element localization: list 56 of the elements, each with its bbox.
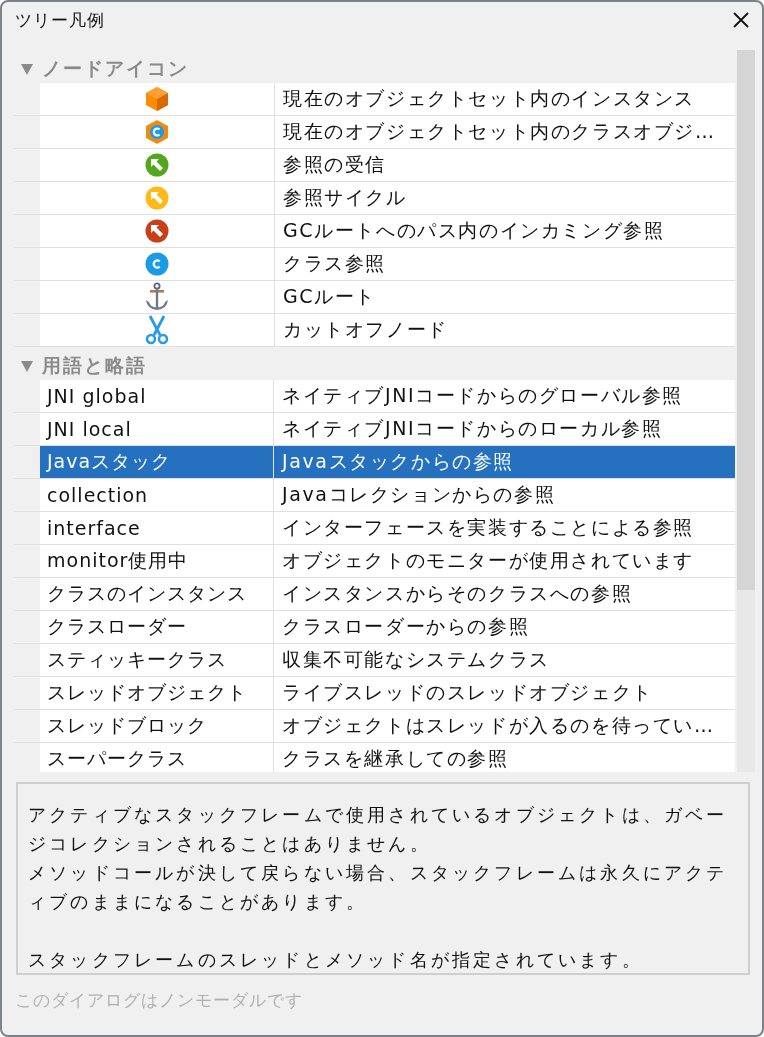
arrow-circle-icon bbox=[145, 219, 169, 243]
icon-cell[interactable] bbox=[40, 215, 275, 247]
term-cell[interactable]: monitor使用中 bbox=[40, 545, 274, 577]
description-cell: 収集不可能なシステムクラス bbox=[274, 644, 735, 676]
scissors-icon bbox=[145, 315, 169, 345]
description-text: スタックフレームのスレッドとメソッド名が指定されています。 bbox=[28, 948, 644, 972]
description-text: アクティブなスタックフレームで使用されているオブジェクトは、ガベージコレクションされることはありません。 bbox=[28, 803, 729, 856]
description-cell: 現在のオブジェクトセット内のインスタンス bbox=[275, 83, 735, 115]
description-cell: Javaスタックからの参照 bbox=[274, 446, 735, 478]
term-cell[interactable]: collection bbox=[40, 479, 274, 511]
description-cell: 参照の受信 bbox=[275, 149, 735, 181]
description-cell: ライブスレッドのスレッドオブジェクト bbox=[274, 677, 735, 709]
description-cell: ネイティブJNIコードからのグローバル参照 bbox=[274, 380, 735, 412]
term-cell[interactable]: JNI local bbox=[40, 413, 274, 445]
class-hexagon-icon bbox=[144, 119, 170, 145]
term-cell[interactable]: クラスのインスタンス bbox=[40, 578, 274, 610]
description-cell: カットオフノード bbox=[275, 314, 735, 346]
description-cell: GCルートへのパス内のインカミング参照 bbox=[275, 215, 735, 247]
description-text: メソッドコールが決して戻らない場合、スタックフレームは永久にアクティブのままになることがあります。 bbox=[28, 861, 729, 914]
status-text: このダイアログはノンモーダルです bbox=[15, 989, 304, 1012]
arrow-circle-icon bbox=[145, 153, 169, 177]
icon-cell[interactable] bbox=[40, 248, 275, 280]
icon-cell[interactable] bbox=[40, 182, 275, 214]
description-cell: オブジェクトのモニターが使用されています bbox=[274, 545, 735, 577]
description-cell: インターフェースを実装することによる参照 bbox=[274, 512, 735, 544]
description-cell: Javaコレクションからの参照 bbox=[274, 479, 735, 511]
term-cell[interactable]: スティッキークラス bbox=[40, 644, 274, 676]
icon-cell[interactable] bbox=[40, 83, 275, 115]
term-cell[interactable]: JNI global bbox=[40, 380, 274, 412]
icon-cell[interactable] bbox=[40, 116, 275, 148]
term-cell[interactable]: Javaスタック bbox=[40, 446, 274, 478]
expand-triangle-icon[interactable] bbox=[20, 358, 34, 373]
class-circle-icon bbox=[145, 252, 169, 276]
expand-triangle-icon[interactable] bbox=[20, 61, 34, 76]
description-cell: クラスローダーからの参照 bbox=[274, 611, 735, 643]
description-cell: 参照サイクル bbox=[275, 182, 735, 214]
description-cell: ネイティブJNIコードからのローカル参照 bbox=[274, 413, 735, 445]
description-cell: インスタンスからそのクラスへの参照 bbox=[274, 578, 735, 610]
cube-icon bbox=[144, 86, 170, 112]
description-cell: クラス参照 bbox=[275, 248, 735, 280]
term-cell[interactable]: スレッドブロック bbox=[40, 710, 274, 742]
description-cell: クラスを継承しての参照 bbox=[274, 743, 735, 772]
description-cell: 現在のオブジェクトセット内のクラスオブジ… bbox=[275, 116, 735, 148]
anchor-icon bbox=[144, 282, 170, 312]
description-cell: オブジェクトはスレッドが入るのを待ってい… bbox=[274, 710, 735, 742]
term-cell[interactable]: クラスローダー bbox=[40, 611, 274, 643]
term-cell[interactable]: スーパークラス bbox=[40, 743, 274, 772]
term-cell[interactable]: スレッドオブジェクト bbox=[40, 677, 274, 709]
icon-cell[interactable] bbox=[40, 314, 275, 346]
term-cell[interactable]: interface bbox=[40, 512, 274, 544]
window-title: ツリー凡例 bbox=[15, 8, 105, 32]
description-cell: GCルート bbox=[275, 281, 735, 313]
arrow-circle-icon bbox=[145, 186, 169, 210]
scrollbar[interactable] bbox=[737, 50, 755, 772]
icon-cell[interactable] bbox=[40, 281, 275, 313]
icon-cell[interactable] bbox=[40, 149, 275, 181]
